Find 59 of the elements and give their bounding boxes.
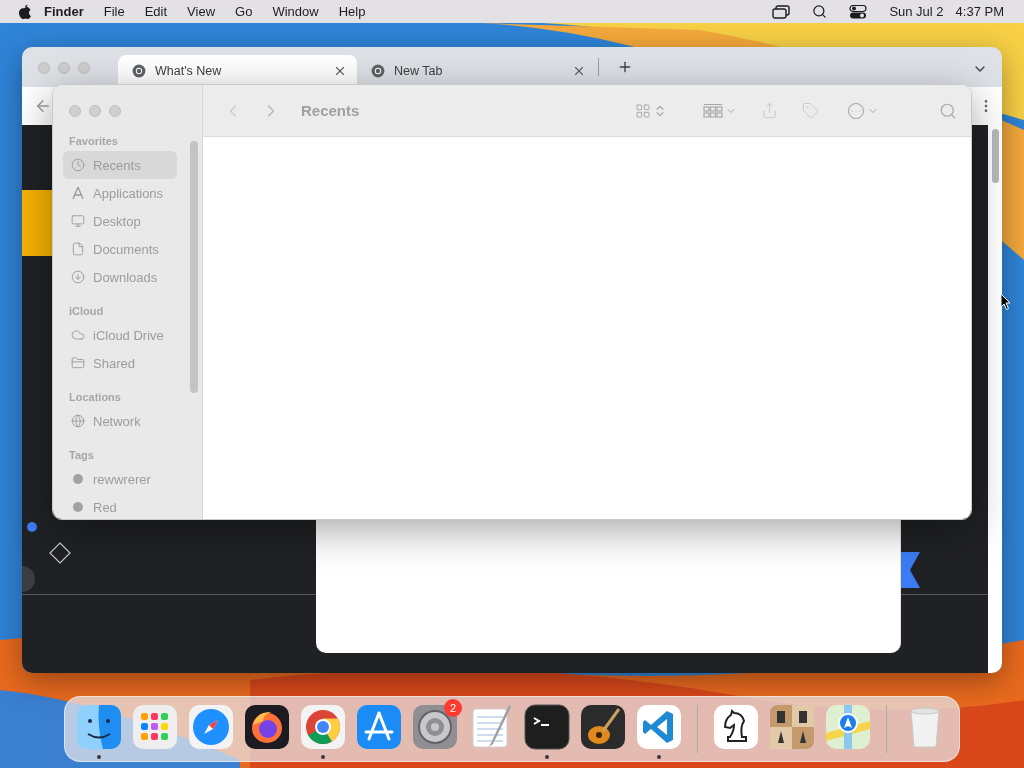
terminal-icon[interactable] (523, 703, 571, 751)
compass-icon[interactable] (187, 703, 235, 751)
scrollbar[interactable] (190, 141, 198, 393)
guitar-icon[interactable] (579, 703, 627, 751)
menu-item[interactable]: File (95, 4, 133, 19)
more-icon[interactable] (847, 101, 865, 120)
window-title: Recents (301, 102, 360, 119)
apple-logo-icon[interactable] (18, 3, 32, 20)
fox-globe-icon[interactable] (243, 703, 291, 751)
tag-dot-icon (73, 474, 83, 484)
map-pin-icon[interactable] (824, 703, 872, 751)
menu-item[interactable]: Help (330, 4, 374, 19)
smiling-face-icon[interactable] (75, 703, 123, 751)
dot-icon (27, 522, 37, 532)
browser-logo-icon (371, 64, 385, 78)
folder-icon (71, 356, 85, 370)
page-banner (22, 190, 52, 256)
tag-dot-icon (73, 502, 83, 512)
menu-item[interactable]: Window (264, 4, 327, 19)
zoom-light[interactable] (109, 105, 121, 117)
monitor-icon (71, 214, 85, 228)
ribbon-logo-icon[interactable] (635, 703, 683, 751)
browser-logo-icon (132, 64, 146, 78)
scrollbar[interactable] (988, 125, 1002, 673)
app-menu[interactable]: Finder (36, 4, 92, 19)
close-icon[interactable] (333, 64, 347, 78)
menu-time[interactable]: 4:37 PM (955, 4, 1012, 19)
chess-pieces-icon[interactable] (768, 703, 816, 751)
sidebar-heading: Locations (68, 390, 122, 405)
menu-date[interactable]: Sun Jul 2 (881, 4, 952, 19)
compass-tool-icon (71, 186, 85, 200)
diamond-icon (48, 541, 72, 565)
sidebar-heading: Favorites (68, 134, 119, 149)
clock-icon (71, 158, 85, 172)
close-icon[interactable] (572, 64, 586, 78)
globe-icon (71, 414, 85, 428)
sidebar-heading: iCloud (68, 304, 105, 319)
group-icon[interactable] (703, 102, 723, 119)
back-icon[interactable] (34, 97, 52, 115)
menu-item[interactable]: Go (227, 4, 261, 19)
close-light[interactable] (69, 105, 81, 117)
sidebar-heading: Tags (68, 448, 95, 463)
cloud-icon (71, 328, 85, 342)
toggles-icon[interactable] (849, 4, 868, 19)
new-tab-icon[interactable] (617, 59, 633, 75)
minimize-light[interactable] (89, 105, 101, 117)
browser-tab[interactable]: New Tab (357, 55, 596, 87)
browser-tab[interactable]: What's New (118, 55, 357, 87)
search-icon[interactable] (812, 4, 828, 19)
document-icon (71, 242, 85, 256)
download-icon (71, 270, 85, 284)
grid-view-icon[interactable] (635, 102, 651, 119)
menu-item[interactable]: View (179, 4, 224, 19)
pointer-cursor-icon (1000, 293, 1012, 311)
knight-icon[interactable] (712, 703, 760, 751)
menu-item[interactable]: Edit (136, 4, 176, 19)
screens-icon[interactable] (772, 4, 791, 19)
app-grid-icon[interactable] (131, 703, 179, 751)
notification-badge: 2 (444, 699, 462, 717)
